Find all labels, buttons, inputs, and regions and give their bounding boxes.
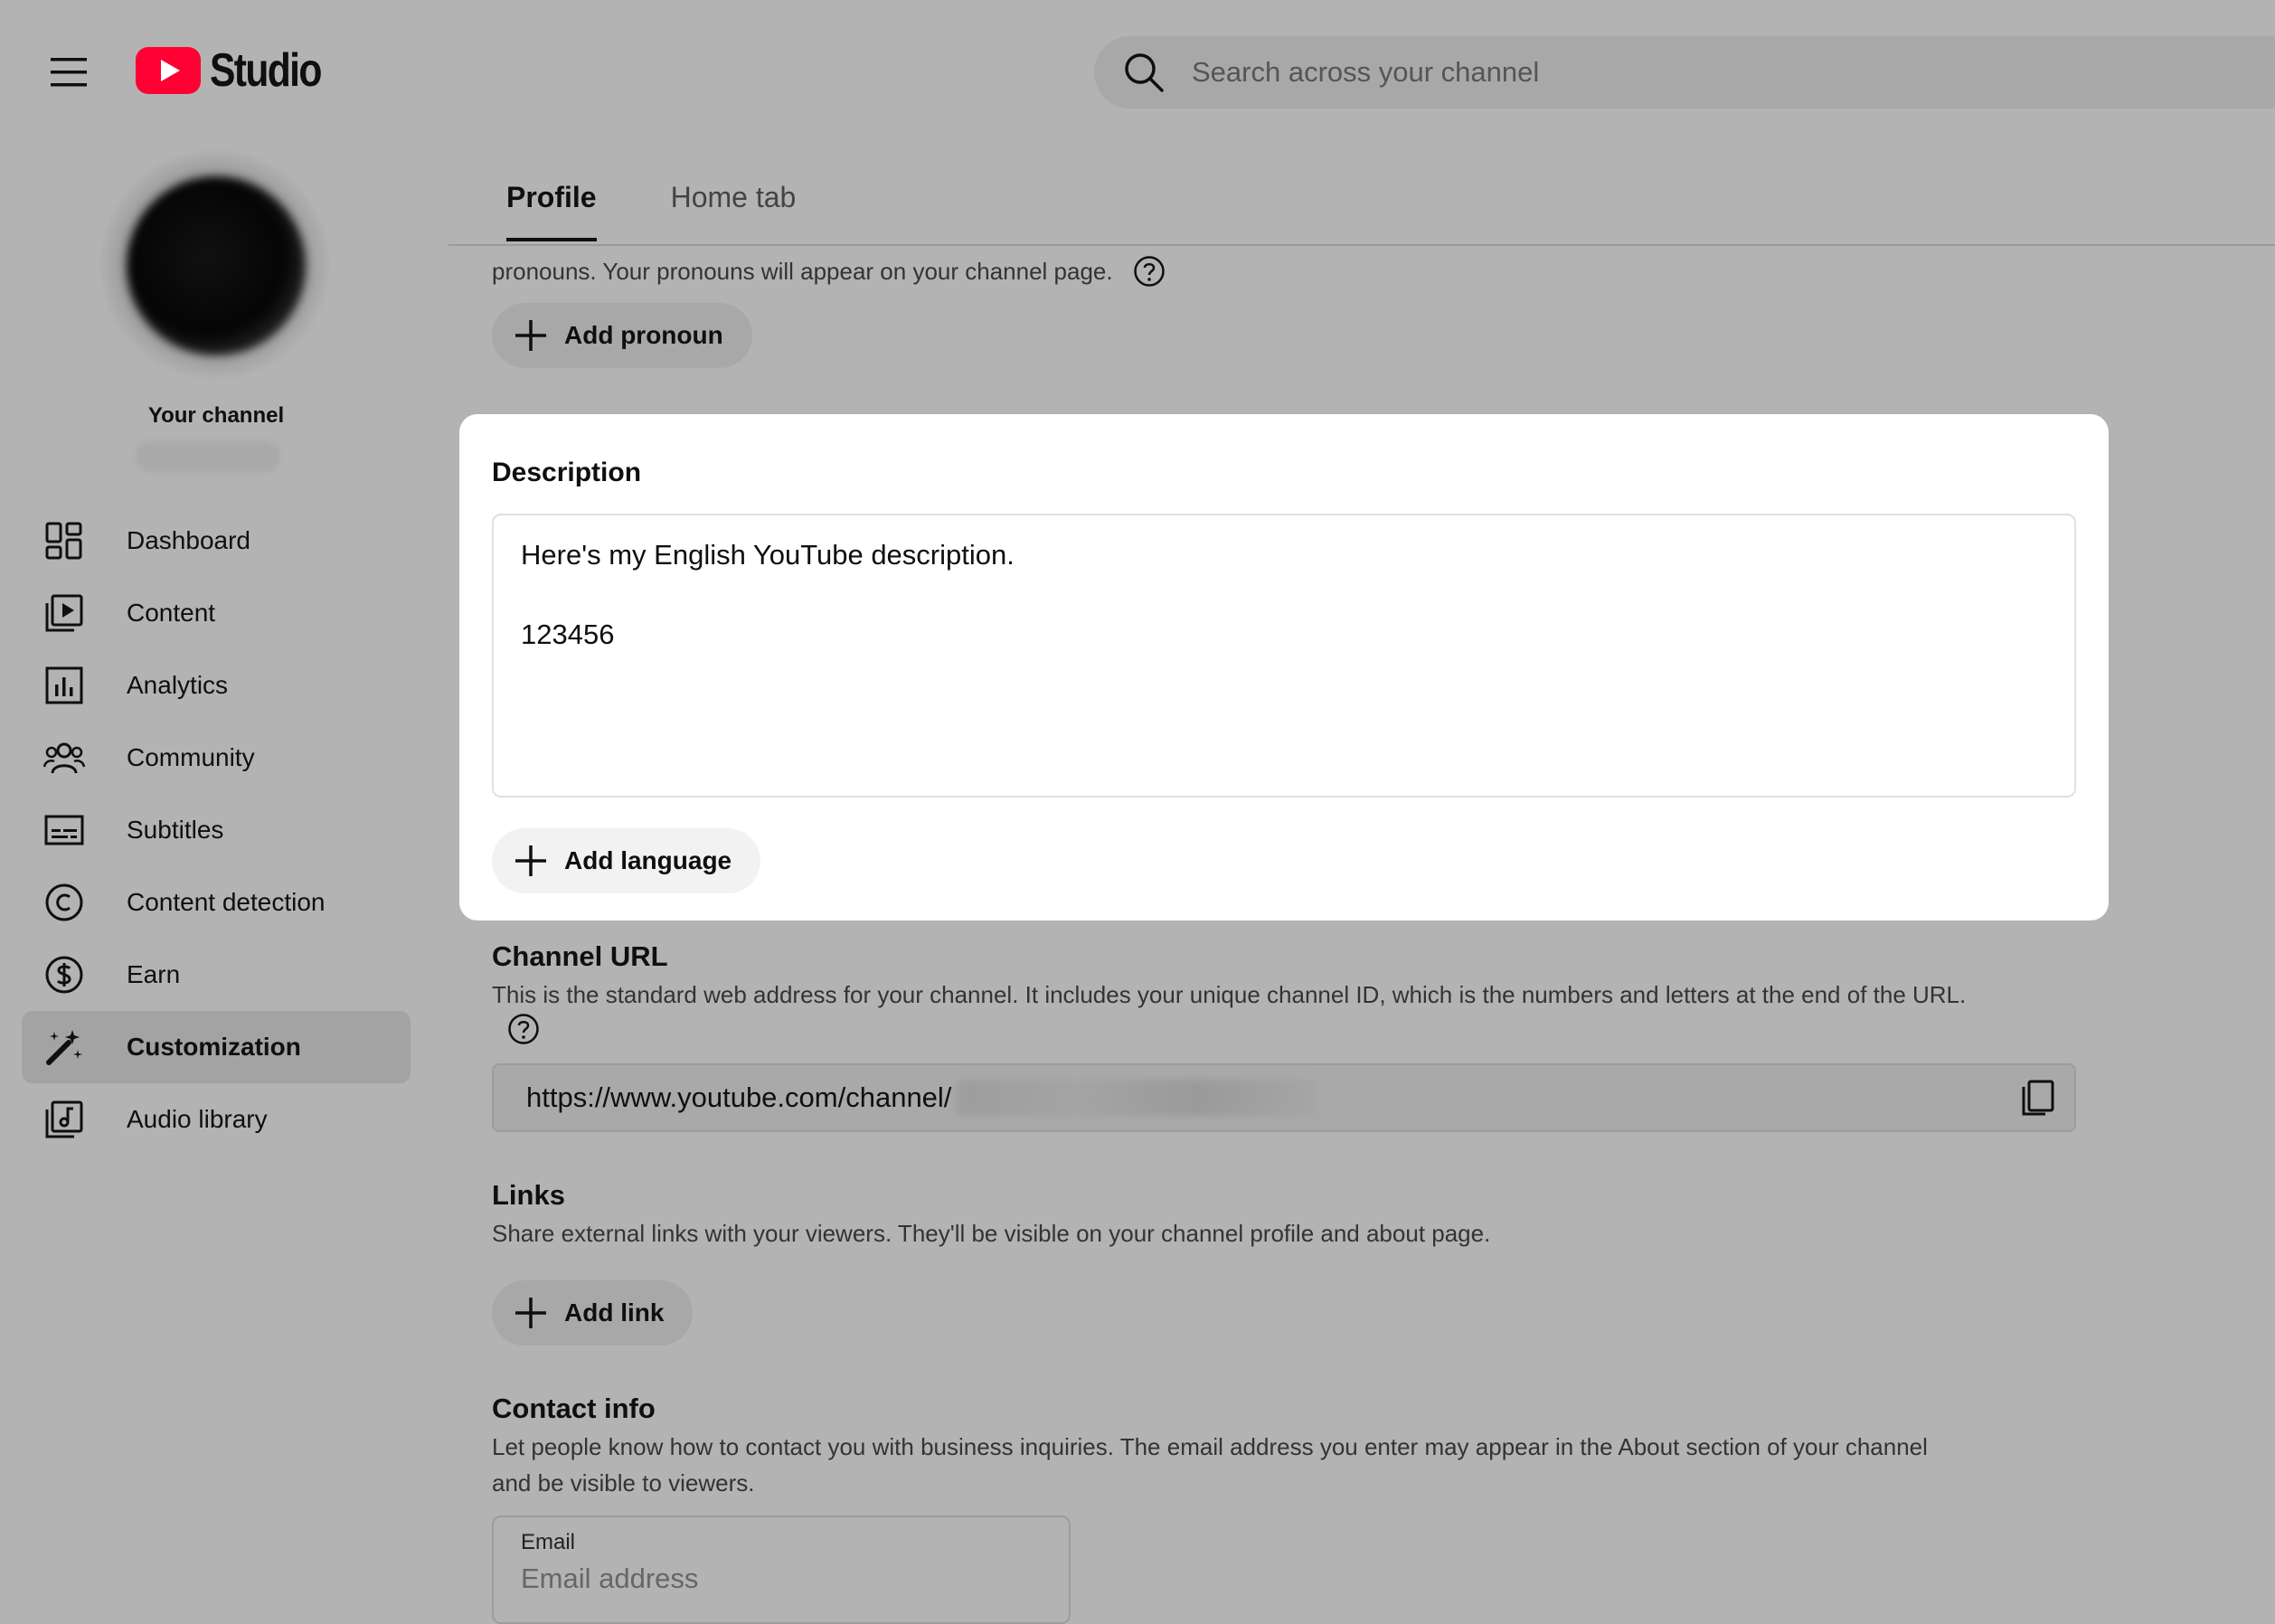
sidebar-item-label: Dashboard bbox=[127, 526, 250, 554]
tab-bar: Profile Home tab bbox=[506, 181, 870, 241]
copy-icon[interactable] bbox=[2018, 1078, 2058, 1118]
plus-icon bbox=[515, 845, 546, 876]
channel-url-text: https://www.youtube.com/channel/ bbox=[526, 1081, 952, 1113]
contact-info-title: Contact info bbox=[492, 1393, 656, 1424]
subtitles-icon bbox=[44, 815, 84, 845]
description-textarea[interactable]: Here's my English YouTube description. 1… bbox=[492, 514, 2076, 798]
community-icon bbox=[43, 742, 85, 774]
add-link-button[interactable]: Add link bbox=[492, 1280, 694, 1345]
email-label: Email bbox=[521, 1530, 576, 1554]
description-line bbox=[521, 575, 2047, 615]
sidebar-item-earn[interactable]: Earn bbox=[22, 939, 411, 1011]
sidebar-item-label: Content bbox=[127, 599, 216, 627]
studio-logo[interactable]: Studio bbox=[136, 43, 345, 98]
sidebar-item-label: Earn bbox=[127, 960, 181, 988]
add-link-label: Add link bbox=[564, 1298, 665, 1327]
audio-library-icon bbox=[45, 1100, 83, 1138]
email-input[interactable]: Email address bbox=[521, 1563, 1042, 1595]
tab-home[interactable]: Home tab bbox=[671, 181, 797, 241]
sidebar-nav: Dashboard Content Analytics Community Su… bbox=[22, 505, 411, 1156]
sidebar-item-subtitles[interactable]: Subtitles bbox=[22, 794, 411, 866]
contact-info-description: Let people know how to contact you with … bbox=[492, 1433, 1928, 1497]
sidebar-item-label: Customization bbox=[127, 1033, 301, 1061]
sidebar-item-label: Community bbox=[127, 743, 255, 771]
sidebar-item-audio-library[interactable]: Audio library bbox=[22, 1083, 411, 1156]
sidebar-item-label: Content detection bbox=[127, 888, 326, 916]
logo-text: Studio bbox=[210, 44, 322, 97]
description-card: Description Here's my English YouTube de… bbox=[459, 414, 2109, 921]
sidebar-item-content[interactable]: Content bbox=[22, 577, 411, 649]
channel-name-redacted bbox=[136, 441, 280, 472]
channel-url-title: Channel URL bbox=[492, 940, 668, 972]
add-pronoun-label: Add pronoun bbox=[564, 321, 723, 349]
sidebar-item-dashboard[interactable]: Dashboard bbox=[22, 505, 411, 577]
hamburger-menu-icon[interactable] bbox=[45, 54, 92, 90]
copyright-icon bbox=[45, 883, 83, 921]
channel-url-field[interactable]: https://www.youtube.com/channel/ bbox=[492, 1063, 2076, 1132]
dollar-icon bbox=[45, 956, 83, 994]
sidebar-item-analytics[interactable]: Analytics bbox=[22, 649, 411, 722]
add-language-label: Add language bbox=[564, 846, 732, 874]
channel-url-description: This is the standard web address for you… bbox=[492, 981, 1967, 1008]
description-title: Description bbox=[492, 458, 642, 487]
help-icon[interactable] bbox=[1133, 255, 1166, 288]
add-pronoun-button[interactable]: Add pronoun bbox=[492, 303, 752, 368]
channel-id-redacted bbox=[957, 1080, 1319, 1116]
sidebar-item-label: Analytics bbox=[127, 671, 229, 699]
sidebar-item-community[interactable]: Community bbox=[22, 722, 411, 794]
description-line: Here's my English YouTube description. bbox=[521, 539, 1015, 571]
your-channel-label: Your channel bbox=[147, 403, 285, 428]
plus-icon bbox=[515, 320, 546, 351]
sidebar-item-label: Subtitles bbox=[127, 816, 224, 844]
description-line: 123456 bbox=[521, 618, 615, 650]
email-field[interactable]: Email Email address bbox=[492, 1515, 1071, 1624]
content-icon bbox=[45, 594, 83, 632]
sidebar-item-label: Audio library bbox=[127, 1105, 268, 1133]
youtube-logo-icon bbox=[136, 47, 201, 94]
pronouns-description: pronouns. Your pronouns will appear on y… bbox=[492, 255, 1166, 288]
sidebar-item-content-detection[interactable]: Content detection bbox=[22, 866, 411, 939]
links-title: Links bbox=[492, 1179, 565, 1211]
tab-divider bbox=[448, 244, 2275, 246]
add-language-button[interactable]: Add language bbox=[492, 828, 761, 893]
plus-icon bbox=[515, 1298, 546, 1328]
search-input[interactable]: Search across your channel bbox=[1192, 56, 1539, 89]
links-description: Share external links with your viewers. … bbox=[492, 1220, 1491, 1247]
analytics-icon bbox=[45, 666, 83, 704]
search-icon bbox=[1125, 53, 1164, 92]
sidebar-item-customization[interactable]: Customization bbox=[22, 1011, 411, 1083]
tab-profile[interactable]: Profile bbox=[506, 181, 597, 241]
search-bar[interactable]: Search across your channel bbox=[1094, 36, 2275, 109]
help-icon[interactable] bbox=[507, 1013, 540, 1045]
channel-avatar[interactable] bbox=[127, 176, 306, 355]
magic-wand-icon bbox=[46, 1030, 82, 1065]
dashboard-icon bbox=[45, 522, 82, 560]
